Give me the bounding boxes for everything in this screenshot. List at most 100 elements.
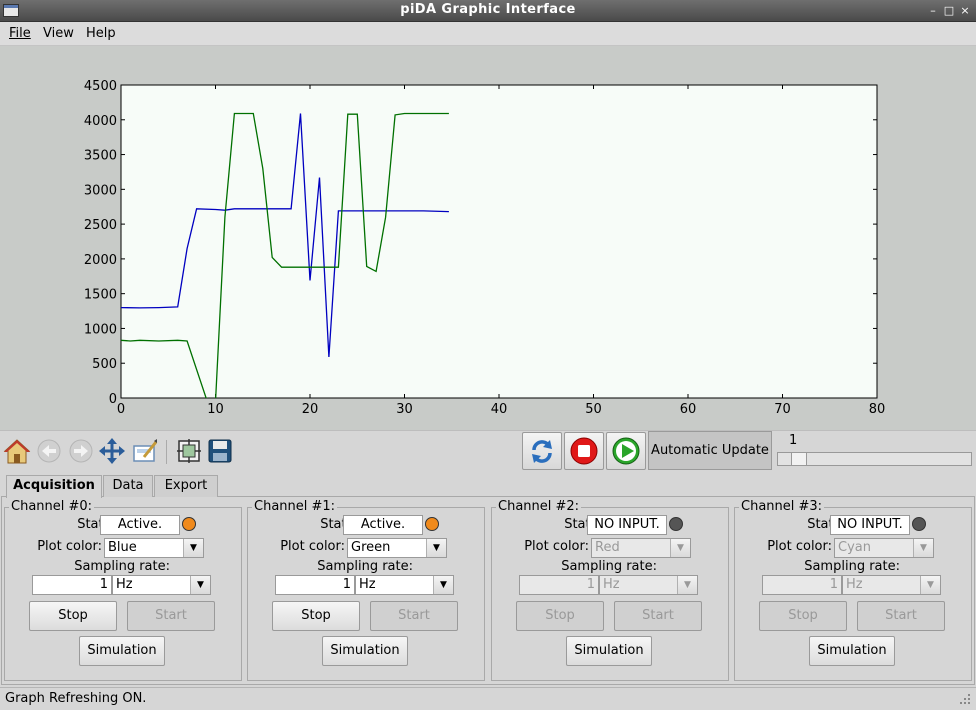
update-slider-value: 1 xyxy=(789,433,798,448)
slider-handle[interactable] xyxy=(791,452,807,466)
refresh-icon xyxy=(532,440,552,463)
chevron-down-icon[interactable]: ▼ xyxy=(677,576,697,594)
status-value: NO INPUT. xyxy=(830,515,910,535)
y-tick-label: 1500 xyxy=(84,288,117,303)
close-icon[interactable]: × xyxy=(958,4,972,18)
stop-acquisition-button[interactable] xyxy=(564,432,604,470)
stop-button[interactable]: Stop xyxy=(516,601,604,631)
tab-export[interactable]: Export xyxy=(154,475,218,497)
chevron-down-icon[interactable]: ▼ xyxy=(190,576,210,594)
tab-acquisition[interactable]: Acquisition xyxy=(6,475,102,498)
play-acquisition-button[interactable] xyxy=(606,432,646,470)
x-tick-label: 30 xyxy=(396,402,413,417)
chevron-down-icon[interactable]: ▼ xyxy=(426,539,446,557)
plot-color-select[interactable]: Red ▼ xyxy=(591,538,691,558)
sampling-rate-label: Sampling rate: xyxy=(561,559,657,574)
channel-title: Channel #3: xyxy=(739,499,825,514)
sampling-rate-input[interactable]: 1 xyxy=(275,575,355,595)
rate-unit-select[interactable]: Hz ▼ xyxy=(842,575,941,595)
plot-axes-frame xyxy=(120,84,878,399)
channel-title: Channel #1: xyxy=(252,499,338,514)
plot-color-value: Green xyxy=(351,540,391,555)
menu-help[interactable]: Help xyxy=(86,26,116,41)
plot-color-label: Plot color: xyxy=(524,539,589,554)
rate-unit-value: Hz xyxy=(116,577,133,592)
sampling-rate-input[interactable]: 1 xyxy=(32,575,112,595)
simulation-button[interactable]: Simulation xyxy=(322,636,408,666)
chevron-down-icon[interactable]: ▼ xyxy=(183,539,203,557)
start-button[interactable]: Start xyxy=(857,601,945,631)
zoom-rect-icon[interactable] xyxy=(131,437,159,465)
chevron-down-icon[interactable]: ▼ xyxy=(913,539,933,557)
plot-color-select[interactable]: Cyan ▼ xyxy=(834,538,934,558)
status-bar: Graph Refreshing ON. xyxy=(0,687,976,710)
y-tick-label: 1000 xyxy=(84,322,117,337)
plot-color-select[interactable]: Green ▼ xyxy=(347,538,447,558)
configure-subplots-icon[interactable] xyxy=(175,437,203,465)
start-button[interactable]: Start xyxy=(370,601,458,631)
minimize-icon[interactable]: – xyxy=(926,4,940,18)
maximize-icon[interactable]: □ xyxy=(942,4,956,18)
rate-unit-select[interactable]: Hz ▼ xyxy=(599,575,698,595)
automatic-update-toggle[interactable]: Automatic Update xyxy=(648,431,772,470)
x-tick-label: 10 xyxy=(207,402,224,417)
plot-color-value: Cyan xyxy=(838,540,871,555)
toolbar-separator xyxy=(166,440,167,464)
chevron-down-icon[interactable]: ▼ xyxy=(670,539,690,557)
status-text: Graph Refreshing ON. xyxy=(5,691,147,706)
rate-unit-select[interactable]: Hz ▼ xyxy=(355,575,454,595)
y-tick-label: 3500 xyxy=(84,149,117,164)
sampling-rate-input[interactable]: 1 xyxy=(762,575,842,595)
rate-unit-value: Hz xyxy=(603,577,620,592)
plot-color-value: Red xyxy=(595,540,620,555)
start-button[interactable]: Start xyxy=(614,601,702,631)
channel-group-1: Channel #1:Status:Active.Plot color:Gree… xyxy=(247,499,485,681)
simulation-button[interactable]: Simulation xyxy=(566,636,652,666)
stop-icon xyxy=(570,437,598,465)
status-value: Active. xyxy=(343,515,423,535)
menu-file[interactable]: File xyxy=(9,26,31,41)
status-led-icon xyxy=(182,517,196,531)
rate-unit-select[interactable]: Hz ▼ xyxy=(112,575,211,595)
chevron-down-icon[interactable]: ▼ xyxy=(920,576,940,594)
stop-button[interactable]: Stop xyxy=(272,601,360,631)
y-tick-label: 3000 xyxy=(84,183,117,198)
y-tick-label: 2500 xyxy=(84,218,117,233)
status-led-icon xyxy=(425,517,439,531)
start-button[interactable]: Start xyxy=(127,601,215,631)
menu-view[interactable]: View xyxy=(43,26,74,41)
rate-unit-value: Hz xyxy=(846,577,863,592)
plot-color-select[interactable]: Blue ▼ xyxy=(104,538,204,558)
pan-move-icon[interactable] xyxy=(98,437,126,465)
x-tick-label: 40 xyxy=(491,402,508,417)
status-value: NO INPUT. xyxy=(587,515,667,535)
x-tick-label: 20 xyxy=(302,402,319,417)
x-tick-label: 80 xyxy=(869,402,886,417)
y-tick-label: 500 xyxy=(92,357,117,372)
y-tick-label: 2000 xyxy=(84,253,117,268)
resize-grip-icon[interactable] xyxy=(952,692,972,706)
back-arrow-icon[interactable] xyxy=(35,437,63,465)
channel-title: Channel #0: xyxy=(9,499,95,514)
simulation-button[interactable]: Simulation xyxy=(809,636,895,666)
channel-group-0: Channel #0:Status:Active.Plot color:Blue… xyxy=(4,499,242,681)
y-tick-label: 0 xyxy=(109,392,117,407)
plot-canvas[interactable]: 0 10 20 30 40 50 60 70 80 0 500 1000 1500 2000 2500 300… xyxy=(0,46,976,430)
save-disk-icon[interactable] xyxy=(206,437,234,465)
home-icon[interactable] xyxy=(3,437,31,465)
menu-file-label: File xyxy=(9,26,31,41)
chevron-down-icon[interactable]: ▼ xyxy=(433,576,453,594)
rate-unit-value: Hz xyxy=(359,577,376,592)
refresh-button[interactable] xyxy=(522,432,562,470)
status-value: Active. xyxy=(100,515,180,535)
sampling-rate-label: Sampling rate: xyxy=(804,559,900,574)
forward-arrow-icon[interactable] xyxy=(67,437,95,465)
stop-button[interactable]: Stop xyxy=(759,601,847,631)
x-tick-label: 70 xyxy=(774,402,791,417)
simulation-button[interactable]: Simulation xyxy=(79,636,165,666)
stop-button[interactable]: Stop xyxy=(29,601,117,631)
status-led-icon xyxy=(669,517,683,531)
sampling-rate-input[interactable]: 1 xyxy=(519,575,599,595)
tab-data[interactable]: Data xyxy=(103,475,153,497)
sampling-rate-label: Sampling rate: xyxy=(74,559,170,574)
